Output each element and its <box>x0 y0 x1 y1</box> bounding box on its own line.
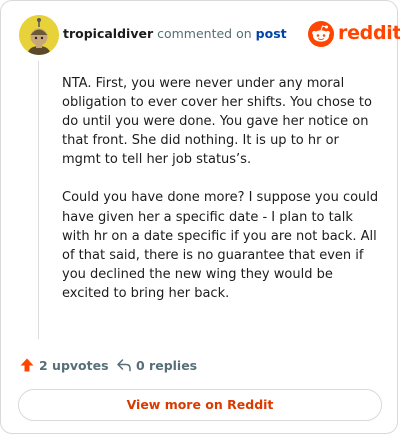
comment-paragraph: NTA. First, you were never under any mor… <box>62 76 372 168</box>
comment-header: tropicaldiver commented on post <box>63 26 287 41</box>
thread-line <box>38 61 39 339</box>
post-link[interactable]: post <box>256 26 287 41</box>
username-link[interactable]: tropicaldiver <box>63 26 153 41</box>
comment-actions: 2 upvotes 0 replies <box>19 355 319 375</box>
upvote-arrow-icon <box>19 357 35 373</box>
reply-count-label: 0 replies <box>136 357 198 373</box>
user-avatar[interactable] <box>19 15 59 55</box>
comment-body: NTA. First, you were never under any mor… <box>62 74 380 322</box>
avatar-illustration-icon <box>19 15 59 55</box>
view-more-button[interactable]: View more on Reddit <box>18 389 382 421</box>
comment-paragraph: Could you have done more? I suppose you … <box>62 190 379 301</box>
upvote-count-label: 2 upvotes <box>39 357 109 373</box>
reply-arrow-icon <box>116 357 132 373</box>
header-action-text: commented on <box>157 26 252 41</box>
reddit-logo[interactable]: reddit <box>308 21 400 47</box>
reddit-wordmark: reddit <box>338 22 400 44</box>
reply-button[interactable]: 0 replies <box>116 355 197 375</box>
reddit-snoo-icon <box>308 21 334 47</box>
upvote-button[interactable]: 2 upvotes <box>19 355 109 375</box>
comment-card: tropicaldiver commented on post reddit N… <box>0 0 400 434</box>
